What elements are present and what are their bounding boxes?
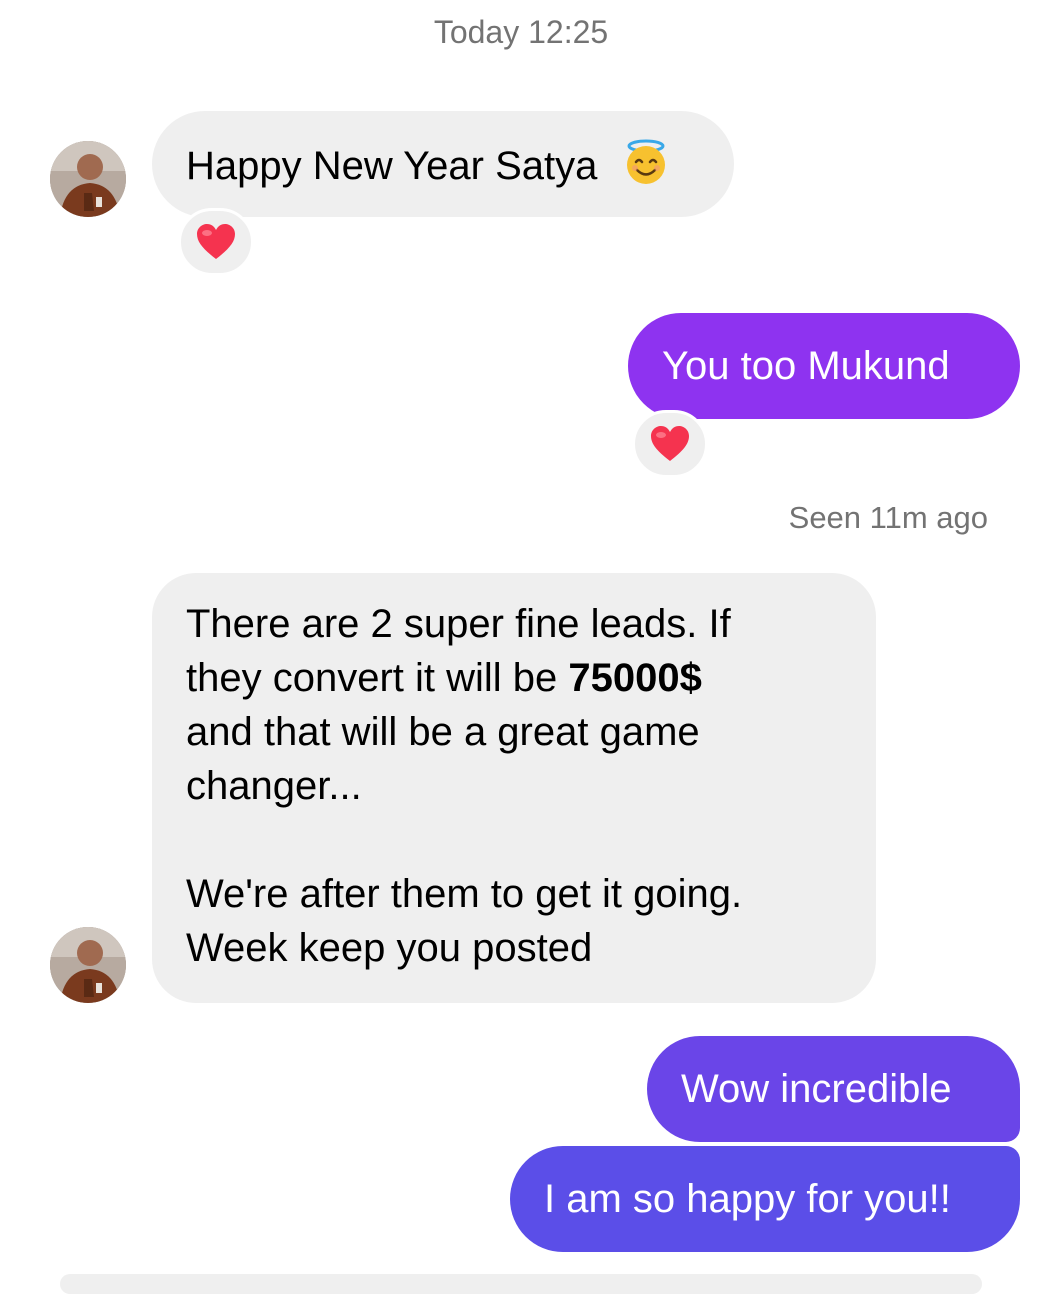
message-line: We're after them to get it going. xyxy=(186,872,743,916)
message-line: Week keep you posted xyxy=(186,926,593,970)
message-line: changer... xyxy=(186,764,362,808)
profile-photo-icon xyxy=(50,927,126,1003)
reaction-badge[interactable] xyxy=(632,410,708,478)
message-bubble-outgoing[interactable]: Wow incredible xyxy=(647,1036,1020,1142)
reaction-badge[interactable] xyxy=(178,208,254,276)
message-bubble-outgoing[interactable]: I am so happy for you!! xyxy=(510,1146,1020,1252)
message-line-text: they convert it will be xyxy=(186,656,569,700)
message-bubble-incoming[interactable]: Happy New Year Satya xyxy=(152,111,734,217)
heart-icon xyxy=(197,224,235,259)
message-line: There are 2 super fine leads. If xyxy=(186,602,731,646)
seen-status: Seen 11m ago xyxy=(788,500,988,535)
smiling-face-with-halo-icon xyxy=(621,137,671,201)
message-bubble-incoming[interactable]: There are 2 super fine leads. If they co… xyxy=(152,573,876,1003)
avatar[interactable] xyxy=(50,927,126,1003)
message-bubble-outgoing[interactable]: You too Mukund xyxy=(628,313,1020,419)
profile-photo-icon xyxy=(50,141,126,217)
message-input-field[interactable] xyxy=(60,1274,982,1294)
message-text: Happy New Year Satya xyxy=(186,144,598,188)
avatar[interactable] xyxy=(50,141,126,217)
amount-highlight: 75000$ xyxy=(568,656,702,700)
message-line: and that will be a great game xyxy=(186,710,700,754)
heart-icon xyxy=(651,426,689,461)
message-text: I am so happy for you!! xyxy=(544,1177,951,1221)
message-line: they convert it will be 75000$ xyxy=(186,651,876,705)
message-text: You too Mukund xyxy=(662,344,950,388)
chat-timestamp: Today 12:25 xyxy=(433,14,609,50)
message-text: Wow incredible xyxy=(681,1067,952,1111)
